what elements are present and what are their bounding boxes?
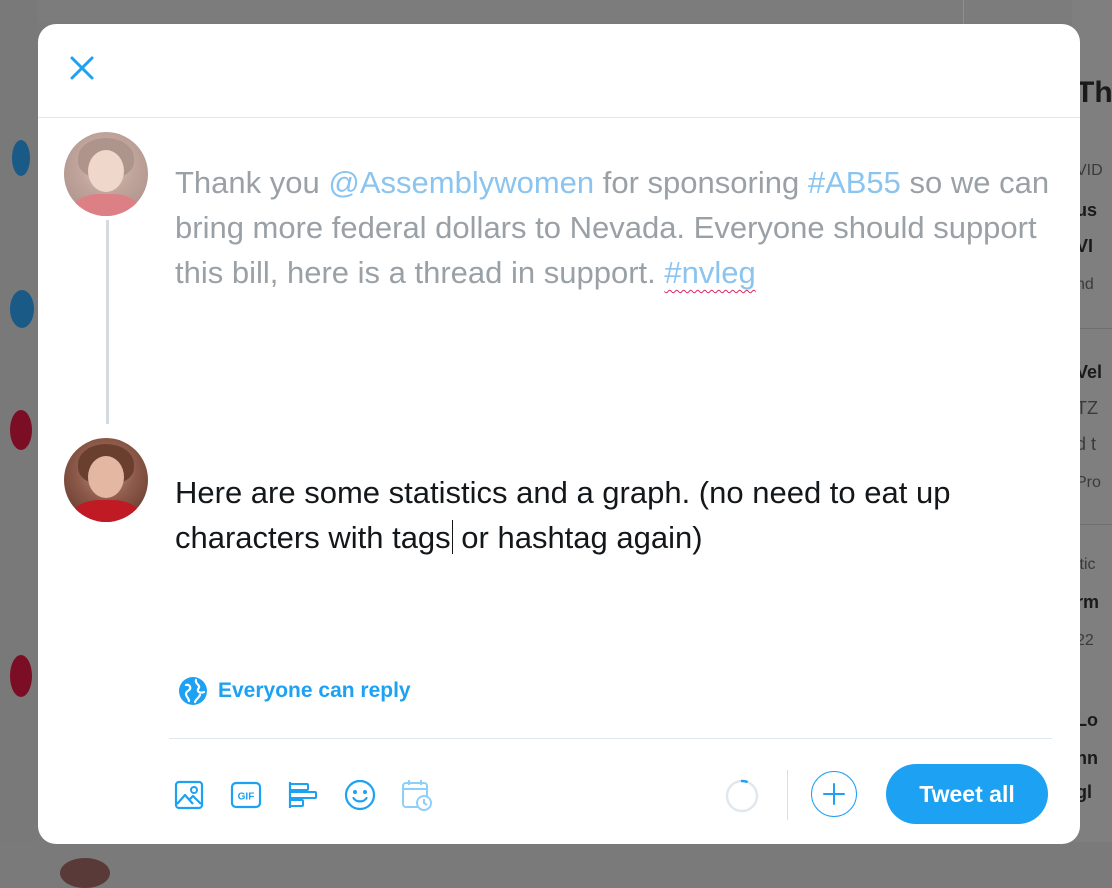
user-avatar[interactable]: [64, 438, 148, 522]
background-sidebar-text: itic: [1076, 556, 1096, 573]
user-avatar[interactable]: [64, 132, 148, 216]
plus-icon: [823, 783, 845, 805]
image-icon: [174, 780, 204, 810]
background-icon: [12, 140, 30, 176]
globe-icon: [179, 677, 207, 705]
background-divider: [963, 0, 964, 24]
toolbar-divider: [169, 738, 1052, 739]
background-left-column: [0, 0, 38, 866]
poll-icon: [288, 782, 317, 808]
gif-icon: GIF: [230, 781, 262, 809]
background-sidebar-text: Pro: [1076, 474, 1101, 491]
thread-tweet-2-input[interactable]: Here are some statistics and a graph. (n…: [175, 470, 1055, 560]
background-sidebar-text: Vel: [1076, 362, 1103, 382]
background-sidebar-text: us: [1076, 200, 1098, 220]
compose-thread-modal: Thank you @Assemblywomen for sponsoring …: [38, 24, 1080, 844]
add-media-button[interactable]: [168, 774, 210, 816]
svg-text:GIF: GIF: [238, 792, 255, 803]
background-sidebar-title: Tha: [1076, 76, 1112, 109]
tweet-text-segment: Thank you: [175, 165, 329, 200]
hashtag-link[interactable]: #AB55: [808, 165, 901, 200]
background-sidebar-text: TZ: [1076, 398, 1098, 418]
background-sidebar-text: VI: [1076, 236, 1094, 256]
schedule-button[interactable]: [396, 774, 438, 816]
background-bird-icon: [10, 290, 34, 328]
background-sidebar-text: d t: [1076, 434, 1097, 454]
background-sidebar-text: 22: [1076, 632, 1094, 649]
background-sidebar-text: Lo: [1076, 710, 1098, 730]
reply-setting-label: Everyone can reply: [218, 679, 411, 702]
reply-setting-button[interactable]: Everyone can reply: [178, 676, 411, 706]
emoji-icon: [344, 779, 376, 811]
background-bottom: [0, 842, 1112, 866]
background-sidebar-text: nd: [1076, 276, 1094, 293]
hashtag-link[interactable]: #nvleg: [664, 255, 755, 290]
background-sidebar-text: gl: [1076, 782, 1092, 802]
tweet-text-segment: for sponsoring: [594, 165, 808, 200]
close-button[interactable]: [62, 48, 102, 88]
add-tweet-button[interactable]: [811, 771, 857, 817]
thread-connector-line: [106, 220, 109, 424]
schedule-icon: [402, 780, 432, 811]
thread-tweet-1-text[interactable]: Thank you @Assemblywomen for sponsoring …: [175, 160, 1055, 295]
add-gif-button[interactable]: GIF: [225, 774, 267, 816]
background-top: [0, 0, 1112, 22]
background-sidebar-text: nn: [1076, 748, 1098, 768]
add-poll-button[interactable]: [282, 774, 324, 816]
add-emoji-button[interactable]: [339, 774, 381, 816]
tweet-text-segment: or hashtag again): [452, 520, 703, 555]
background-avatar: [60, 858, 110, 888]
background-heart-icon: [10, 410, 32, 450]
tweet-all-button[interactable]: Tweet all: [886, 764, 1048, 824]
compose-toolbar: GIF: [168, 772, 453, 818]
toolbar-vertical-separator: [787, 770, 788, 820]
background-sidebar-text: rm: [1076, 592, 1100, 612]
close-icon: [70, 56, 94, 80]
mention-link[interactable]: @Assemblywomen: [328, 165, 594, 200]
background-sidebar-text: VID: [1076, 162, 1103, 179]
character-count-ring: [725, 779, 759, 813]
background-heart-icon: [10, 655, 32, 697]
modal-header: [38, 24, 1080, 118]
